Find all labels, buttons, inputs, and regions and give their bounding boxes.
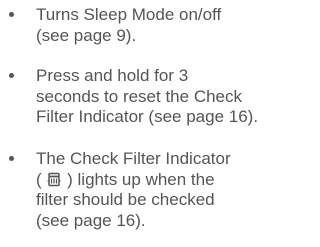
bullet-line: Filter Indicator (see page 16). (36, 107, 259, 126)
bullet-line: (see page 9). (36, 25, 137, 45)
bullet-line-text: ) lights up when the (67, 169, 215, 189)
open-paren: ( (36, 169, 42, 189)
bullet-dot (9, 73, 14, 78)
bullet-text: The Check Filter Indicator ( ) lights up… (36, 149, 292, 231)
bullet-dot (9, 12, 14, 17)
bullet-text: Press and hold for 3 seconds to reset th… (36, 66, 292, 128)
bullet-dot (9, 156, 14, 161)
bullet-line: Turns Sleep Mode on/off (36, 5, 222, 24)
bullet-line-with-icon: ( ) lights up when the (36, 170, 292, 191)
bullet-line: filter should be checked (36, 190, 215, 209)
bullet-line: (see page 16). (36, 210, 146, 230)
check-filter-icon (47, 172, 61, 186)
bullet-line: seconds to reset the Check (36, 86, 243, 106)
bullet-text: Turns Sleep Mode on/off (see page 9). (36, 5, 292, 46)
bullet-line: Press and hold for 3 (36, 66, 189, 85)
bullet-line: The Check Filter Indicator (36, 149, 231, 168)
